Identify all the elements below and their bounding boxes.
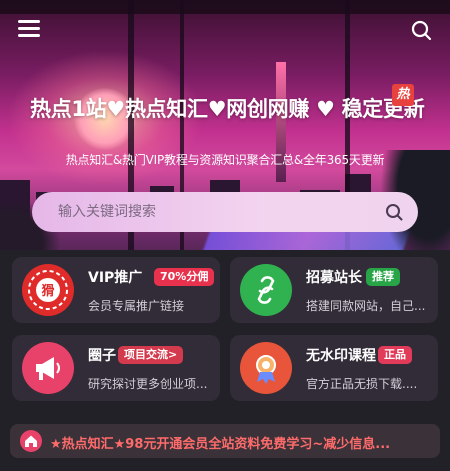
hot-badge: 热 — [392, 84, 414, 106]
notice-marquee[interactable]: ★热点知汇★98元开通会员全站资料免费学习~减少信息... — [10, 424, 440, 458]
card-tag: 推荐 — [366, 268, 400, 286]
card-desc: 搭建同款网站，自己... — [306, 299, 426, 313]
search-bar — [32, 192, 418, 232]
home-icon — [20, 430, 42, 452]
stamp-icon: 猾 — [22, 264, 74, 316]
card-desc: 官方正品无损下载.... — [306, 377, 418, 391]
notice-text: ★热点知汇★98元开通会员全站资料免费学习~减少信息... — [50, 437, 391, 452]
window-frame — [0, 0, 450, 14]
card-desc: 会员专属推广链接 — [88, 299, 185, 313]
menu-button[interactable] — [18, 20, 40, 38]
card-tag: 项目交流> — [118, 346, 184, 364]
card-circle[interactable]: 圈子 项目交流> 研究探讨更多创业项... — [12, 335, 220, 401]
card-no-watermark-course[interactable]: 无水印课程 正品 官方正品无损下载.... — [230, 335, 438, 401]
search-icon[interactable] — [410, 19, 432, 41]
search-input[interactable] — [58, 192, 358, 232]
card-tag: 正品 — [378, 346, 412, 364]
stamp-text: 猾 — [41, 283, 54, 299]
card-vip-promo[interactable]: 猾 VIP推广 70%分佣 会员专属推广链接 — [12, 257, 220, 323]
card-title: 圈子 — [88, 348, 116, 364]
link-icon — [240, 264, 292, 316]
card-tag: 70%分佣 — [154, 268, 215, 286]
card-title: 招募站长 — [306, 270, 362, 286]
card-recruit-webmaster[interactable]: 招募站长 推荐 搭建同款网站，自己... — [230, 257, 438, 323]
search-submit-icon[interactable] — [384, 202, 404, 222]
card-desc: 研究探讨更多创业项... — [88, 377, 208, 391]
card-title: VIP推广 — [88, 270, 143, 286]
headline-title: 热点1站♥热点知汇♥网创网赚 ♥ 稳定更新 — [30, 97, 425, 121]
megaphone-icon — [22, 342, 74, 394]
badge-icon — [240, 342, 292, 394]
headline-subtitle: 热点知汇&热门VIP教程与资源知识聚合汇总&全年365天更新 — [65, 153, 385, 167]
card-title: 无水印课程 — [306, 348, 376, 364]
